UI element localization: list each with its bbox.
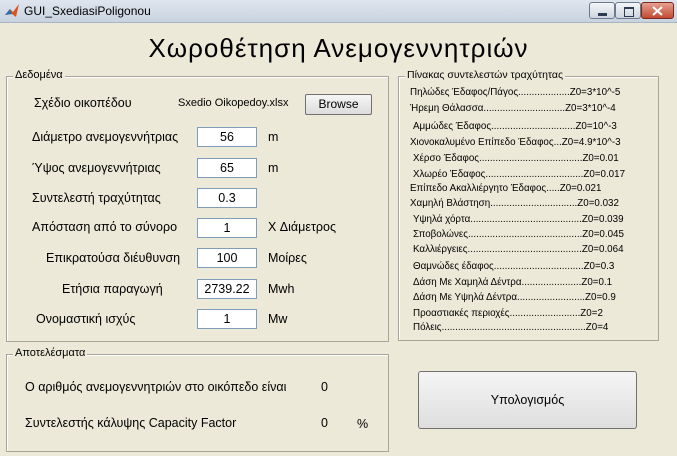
rated-power-unit: Mw [268,312,288,326]
close-icon [652,6,663,16]
wind-direction-label: Επικρατούσα διέυθυνση [46,251,181,265]
turbine-count-label: Ο αριθμός ανεμογεννητριών στο οικόπεδο ε… [25,380,287,394]
coef-row: Δάση Με Υψηλά Δέντρα....................… [413,292,616,303]
annual-production-input[interactable]: 2739.22 [197,279,257,299]
capacity-factor-value: 0 [321,416,328,430]
window-title: GUI_SxediasiPoligonou [24,4,151,18]
matlab-icon [5,4,19,17]
browse-button[interactable]: Browse [305,94,372,115]
coef-row: Χιονοκαλυμένο Επίπεδο Έδαφος...Z0=4.9*10… [410,137,621,148]
close-button[interactable] [641,2,674,19]
coef-row: Χλωρέο Έδαφος...........................… [413,169,626,180]
coef-row: Ήρεμη Θάλασσα...........................… [410,103,616,114]
roughness-table-label: Πίνακας συντελεστών τραχύτητας [405,69,566,81]
results-group: Αποτελέσματα [6,347,389,452]
coef-row: Πηλώδες Έδαφος/Πάγος...................Z… [410,87,621,98]
coef-row: Θαμνώδες έδαφος.........................… [413,261,615,272]
roughness-input[interactable]: 0.3 [197,188,257,208]
wind-direction-unit: Μοίρες [268,251,307,265]
data-group: Δεδομένα [6,69,389,342]
capacity-factor-unit: % [357,417,369,431]
data-group-label: Δεδομένα [13,69,65,81]
height-unit: m [268,161,279,175]
turbine-count-value: 0 [321,380,328,394]
coef-row: Υψηλά χόρτα.............................… [413,214,624,225]
diameter-label: Διάμετρο ανεμογεννήτριας [32,130,179,144]
coef-row: Αμμώδες Έδαφος..........................… [413,121,617,132]
coef-row: Χέρσο Έδαφος............................… [413,153,619,164]
annual-production-label: Ετήσια παραγωγή [62,282,163,296]
coef-row: Καλλιέργειες............................… [413,244,624,255]
maximize-button[interactable] [615,2,641,19]
diameter-input[interactable]: 56 [197,127,257,147]
window-titlebar: GUI_SxediasiPoligonou [0,0,677,23]
rated-power-input[interactable]: 1 [197,309,257,329]
wind-direction-input[interactable]: 100 [197,248,257,268]
height-input[interactable]: 65 [197,158,257,178]
plan-file-name: Sxedio Oikopedoy.xlsx [178,97,289,109]
coef-row: Σποβολώνες..............................… [413,229,624,240]
coef-row: Δάση Με Χαμηλά Δέντρα...................… [413,277,613,288]
rated-power-label: Ονομαστική ισχύς [36,312,136,326]
calculate-button[interactable]: Υπολογισμός [418,371,637,429]
diameter-unit: m [268,130,279,144]
border-distance-input[interactable]: 1 [197,218,257,238]
border-distance-label: Απόσταση από το σύνορο [32,220,178,234]
maximize-icon [624,7,634,17]
annual-production-unit: Mwh [268,282,295,296]
coef-row: Χαμηλή Βλάστηση.........................… [410,198,619,209]
coef-row: Προαστιακές περιοχές....................… [413,308,603,319]
minimize-icon [598,13,607,16]
capacity-factor-label: Συντελεστής κάλυψης Capacity Factor [25,416,237,430]
minimize-button[interactable] [589,2,615,19]
height-label: Ύψος ανεμογεννήτριας [32,161,161,175]
results-group-label: Αποτελέσματα [13,347,88,359]
main-title: Χωροθέτηση Ανεμογεννητριών [148,33,529,63]
coef-row: Επίπεδο Ακαλλιέργητο Έδαφος.....Z0=0.021 [410,183,602,194]
border-distance-unit: X Διάμετρος [268,220,336,234]
coef-row: Πόλεις..................................… [413,322,609,333]
roughness-label: Συντελεστή τραχύτητας [32,191,161,205]
plan-label: Σχέδιο οικοπέδου [34,96,132,110]
